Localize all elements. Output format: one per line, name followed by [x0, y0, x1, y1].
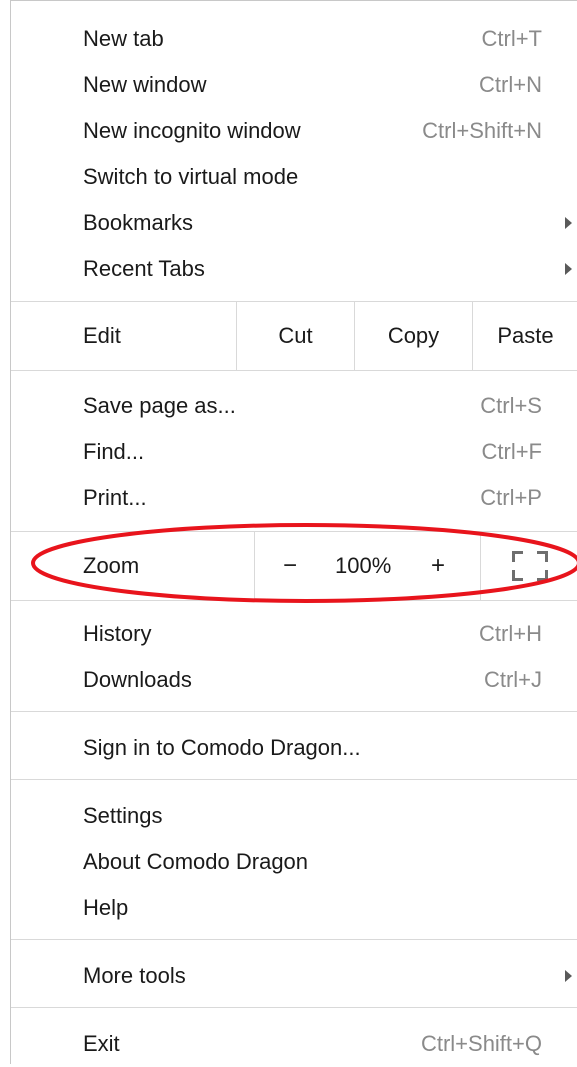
menu-item-find[interactable]: Find... Ctrl+F	[11, 429, 577, 475]
menu-item-label: About Comodo Dragon	[83, 849, 309, 874]
menu-item-label: Find...	[83, 439, 145, 464]
menu-item-history[interactable]: History Ctrl+H	[11, 611, 577, 657]
menu-item-help[interactable]: Help	[11, 885, 577, 931]
menu-separator	[11, 370, 577, 371]
menu-item-new-incognito-window[interactable]: New incognito window Ctrl+Shift+N	[11, 108, 577, 154]
menu-item-shortcut: Ctrl+N	[479, 72, 542, 97]
menu-item-label: Recent Tabs	[83, 256, 205, 281]
edit-row: Edit Cut Copy Paste	[11, 302, 577, 370]
menu-item-label: New tab	[83, 26, 164, 51]
zoom-in-button[interactable]: +	[431, 552, 445, 580]
menu-item-label: Sign in to Comodo Dragon...	[83, 735, 361, 760]
menu-item-new-window[interactable]: New window Ctrl+N	[11, 62, 577, 108]
menu-separator	[11, 779, 577, 780]
menu-item-shortcut: Ctrl+H	[479, 621, 542, 646]
menu-item-shortcut: Ctrl+T	[481, 26, 543, 51]
zoom-out-button[interactable]: −	[283, 552, 297, 580]
menu-item-exit[interactable]: Exit Ctrl+Shift+Q	[11, 1021, 577, 1067]
menu-item-more-tools[interactable]: More tools	[11, 953, 577, 999]
menu-item-shortcut: Ctrl+F	[481, 439, 543, 464]
submenu-arrow-icon	[565, 970, 572, 982]
menu-item-label: Help	[83, 895, 129, 920]
menu-item-label: History	[83, 621, 152, 646]
menu-item-settings[interactable]: Settings	[11, 793, 577, 839]
menu-item-label: Save page as...	[83, 393, 236, 418]
fullscreen-button[interactable]	[480, 532, 577, 600]
menu-item-new-tab[interactable]: New tab Ctrl+T	[11, 16, 577, 62]
zoom-row: Zoom − 100% +	[11, 532, 577, 600]
edit-label: Edit	[83, 323, 121, 348]
menu-item-label: More tools	[83, 963, 186, 988]
menu-separator	[11, 711, 577, 712]
menu-item-shortcut: Ctrl+P	[480, 485, 542, 510]
browser-main-menu: New tab Ctrl+T New window Ctrl+N New inc…	[10, 0, 577, 1064]
cut-label: Cut	[278, 323, 313, 348]
menu-item-label: Downloads	[83, 667, 192, 692]
menu-item-print[interactable]: Print... Ctrl+P	[11, 475, 577, 521]
menu-separator	[11, 939, 577, 940]
copy-button[interactable]: Copy	[354, 302, 472, 370]
menu-item-label: Bookmarks	[83, 210, 194, 235]
menu-item-label: Switch to virtual mode	[83, 164, 299, 189]
submenu-arrow-icon	[565, 263, 572, 275]
fullscreen-icon	[511, 551, 548, 581]
menu-item-shortcut: Ctrl+J	[483, 667, 542, 692]
menu-item-label: Print...	[83, 485, 147, 510]
zoom-level-value: 100%	[335, 553, 392, 578]
submenu-arrow-icon	[565, 217, 572, 229]
zoom-label: Zoom	[83, 553, 140, 578]
menu-item-shortcut: Ctrl+Shift+Q	[420, 1031, 542, 1056]
menu-item-sign-in[interactable]: Sign in to Comodo Dragon...	[11, 725, 577, 771]
menu-separator	[11, 600, 577, 601]
menu-item-label: New window	[83, 72, 207, 97]
menu-separator	[11, 1007, 577, 1008]
menu-item-downloads[interactable]: Downloads Ctrl+J	[11, 657, 577, 703]
menu-item-shortcut: Ctrl+S	[480, 393, 542, 418]
cut-button[interactable]: Cut	[236, 302, 354, 370]
copy-label: Copy	[387, 323, 440, 348]
menu-item-label: New incognito window	[83, 118, 301, 143]
menu-item-label: Settings	[83, 803, 163, 828]
paste-label: Paste	[497, 323, 554, 348]
menu-item-switch-virtual-mode[interactable]: Switch to virtual mode	[11, 154, 577, 200]
menu-item-label: Exit	[83, 1031, 120, 1056]
paste-button[interactable]: Paste	[472, 302, 577, 370]
menu-item-bookmarks[interactable]: Bookmarks	[11, 200, 577, 246]
menu-item-shortcut: Ctrl+Shift+N	[422, 118, 542, 143]
menu-item-recent-tabs[interactable]: Recent Tabs	[11, 246, 577, 292]
menu-item-save-page-as[interactable]: Save page as... Ctrl+S	[11, 383, 577, 429]
zoom-controls: − 100% +	[254, 532, 480, 600]
menu-item-about[interactable]: About Comodo Dragon	[11, 839, 577, 885]
